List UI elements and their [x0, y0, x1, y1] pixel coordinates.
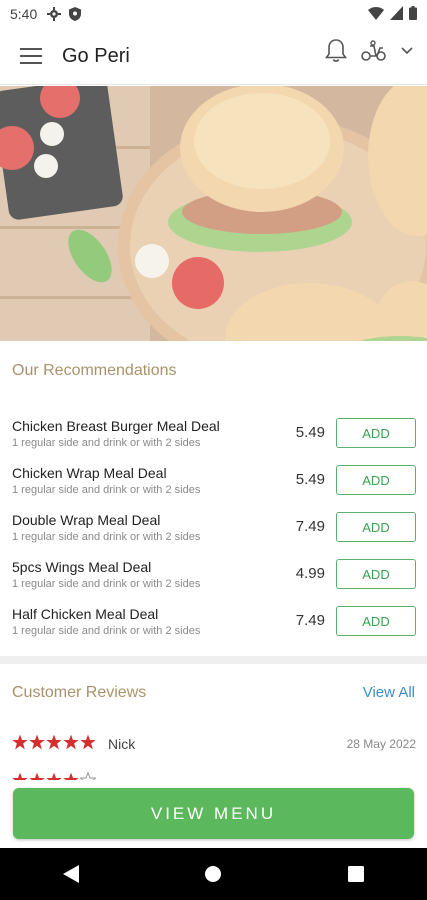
star-icon: [46, 772, 62, 780]
list-item[interactable]: Double Wrap Meal Deal 1 regular side and…: [0, 504, 427, 551]
item-price: 7.49: [295, 518, 325, 535]
star-icon: [80, 734, 96, 750]
home-button[interactable]: [183, 848, 243, 900]
settings-icon: [47, 7, 62, 21]
battery-icon: [409, 6, 417, 20]
star-icon: [46, 734, 62, 750]
star-icon: [63, 772, 79, 780]
hero-image: [0, 86, 427, 341]
reviews-title: Customer Reviews: [12, 684, 147, 701]
star-icon: [12, 772, 28, 780]
app-bar: Go Peri: [0, 28, 427, 85]
view-menu-button[interactable]: VIEW MENU: [13, 788, 414, 839]
list-item[interactable]: 5pcs Wings Meal Deal 1 regular side and …: [0, 551, 427, 598]
item-name: Half Chicken Meal Deal: [12, 606, 159, 622]
recommendations-title: Our Recommendations: [12, 362, 177, 379]
item-name: Chicken Wrap Meal Deal: [12, 465, 167, 481]
add-button[interactable]: ADD: [336, 606, 416, 636]
item-price: 4.99: [295, 565, 325, 582]
list-item[interactable]: Chicken Wrap Meal Deal 1 regular side an…: [0, 457, 427, 504]
item-description: 1 regular side and drink or with 2 sides: [12, 437, 201, 449]
add-button[interactable]: ADD: [336, 512, 416, 542]
reviewer-name: Nick: [108, 736, 136, 752]
review-row: Nick 28 May 2022: [12, 734, 416, 758]
item-description: 1 regular side and drink or with 2 sides: [12, 484, 201, 496]
star-icon: [29, 734, 45, 750]
add-button[interactable]: ADD: [336, 418, 416, 448]
item-name: Chicken Breast Burger Meal Deal: [12, 418, 220, 434]
recents-square-icon: [347, 866, 364, 882]
star-outline-icon: [80, 772, 96, 780]
item-price: 5.49: [295, 471, 325, 488]
item-description: 1 regular side and drink or with 2 sides: [12, 578, 201, 590]
item-name: 5pcs Wings Meal Deal: [12, 559, 152, 575]
star-icon: [29, 772, 45, 780]
hamburger-icon: [20, 48, 42, 64]
view-all-link[interactable]: View All: [363, 684, 415, 701]
recents-button[interactable]: [326, 848, 386, 900]
section-divider: [0, 656, 427, 664]
home-circle-icon: [205, 866, 222, 882]
add-button[interactable]: ADD: [336, 559, 416, 589]
chevron-down-icon[interactable]: [401, 47, 413, 55]
item-price: 7.49: [295, 612, 325, 629]
star-icon: [63, 734, 79, 750]
system-nav-bar: [0, 848, 427, 900]
menu-button[interactable]: [0, 28, 62, 84]
review-row: [12, 772, 416, 780]
list-item[interactable]: Half Chicken Meal Deal 1 regular side an…: [0, 598, 427, 645]
star-rating: [12, 772, 416, 780]
item-price: 5.49: [295, 424, 325, 441]
add-button[interactable]: ADD: [336, 465, 416, 495]
back-triangle-icon: [63, 865, 80, 883]
item-description: 1 regular side and drink or with 2 sides: [12, 531, 201, 543]
star-icon: [12, 734, 28, 750]
status-time: 5:40: [10, 6, 38, 22]
status-bar: 5:40: [0, 0, 427, 28]
review-date: 28 May 2022: [346, 737, 416, 751]
app-title: Go Peri: [62, 44, 130, 67]
wifi-icon: [368, 7, 384, 20]
item-description: 1 regular side and drink or with 2 sides: [12, 625, 201, 637]
signal-icon: [390, 6, 403, 20]
shield-icon: [69, 7, 82, 21]
delivery-scooter-icon[interactable]: [361, 40, 387, 62]
item-name: Double Wrap Meal Deal: [12, 512, 161, 528]
list-item[interactable]: Chicken Breast Burger Meal Deal 1 regula…: [0, 410, 427, 457]
notification-bell-icon[interactable]: [325, 38, 347, 64]
recommendations-list: Chicken Breast Burger Meal Deal 1 regula…: [0, 410, 427, 645]
back-button[interactable]: [41, 848, 101, 900]
